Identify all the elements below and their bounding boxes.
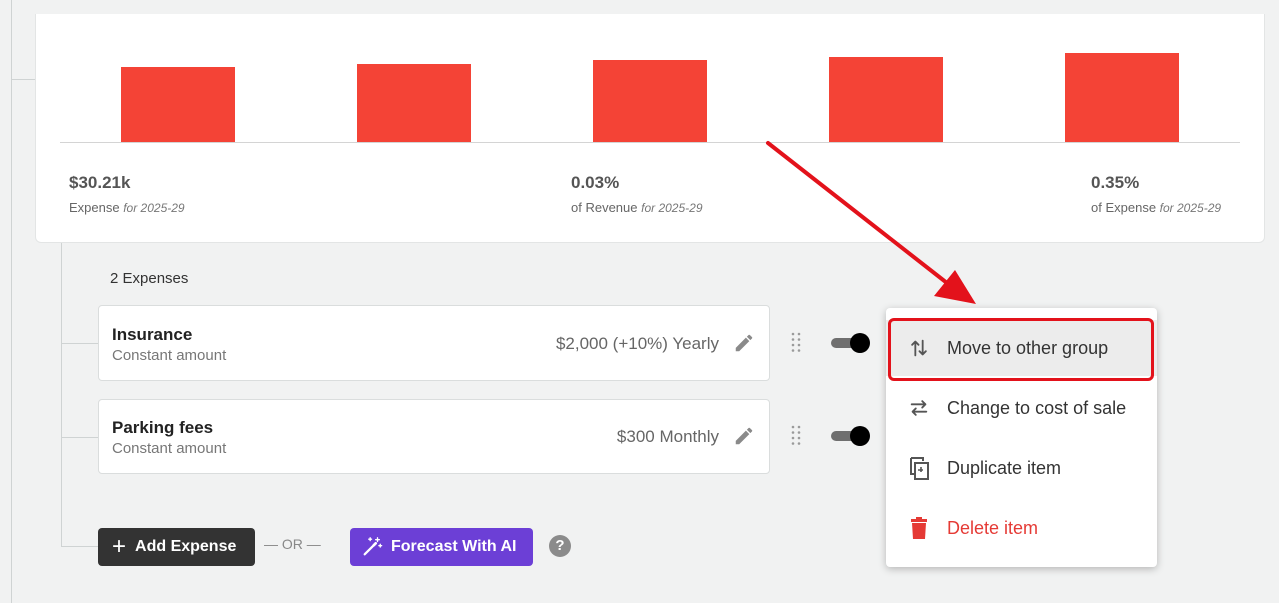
- magic-wand-icon: [363, 537, 383, 556]
- kpi-expense: $30.21k Expense for 2025-29: [69, 173, 185, 215]
- expense-name: Insurance: [112, 325, 193, 344]
- drag-handle-icon[interactable]: [791, 332, 801, 354]
- or-separator: — OR —: [264, 536, 321, 552]
- kpi-revenue-pct: 0.03% of Revenue for 2025-29: [571, 173, 703, 215]
- enable-toggle[interactable]: [831, 333, 871, 353]
- add-expense-label: Add Expense: [135, 538, 237, 555]
- forecast-with-ai-button[interactable]: Forecast With AI: [350, 528, 533, 566]
- expense-row-insurance[interactable]: Insurance Constant amount $2,000 (+10%) …: [98, 305, 770, 381]
- tree-line-inner: [61, 243, 62, 547]
- help-icon[interactable]: ?: [549, 535, 571, 557]
- kpi-expense-pct-label: of Expense for 2025-29: [1091, 200, 1221, 215]
- duplicate-icon: [906, 455, 932, 481]
- menu-item-change-to-cost-of-sale[interactable]: Change to cost of sale: [886, 380, 1157, 436]
- tree-line-branch-3: [61, 546, 98, 547]
- expense-row-parking-fees[interactable]: Parking fees Constant amount $300 Monthl…: [98, 399, 770, 474]
- chart-bar: [1065, 53, 1179, 142]
- kpi-expense-label-text: Expense: [69, 200, 120, 215]
- expense-amount: $300 Monthly: [616, 427, 719, 446]
- menu-item-label: Duplicate item: [947, 457, 1062, 478]
- kpi-expense-pct: 0.35% of Expense for 2025-29: [1091, 173, 1221, 215]
- tree-line-outer-branch: [11, 79, 36, 80]
- chart-bar: [593, 60, 707, 142]
- kpi-expense-pct-label-text: of Expense: [1091, 200, 1157, 215]
- kpi-expense-period: for 2025-29: [123, 201, 185, 215]
- kpi-expense-pct-value: 0.35%: [1091, 173, 1140, 192]
- menu-item-delete-item[interactable]: Delete item: [886, 500, 1157, 556]
- enable-toggle[interactable]: [831, 426, 871, 446]
- toggle-knob: [850, 426, 870, 446]
- expense-name: Parking fees: [112, 418, 214, 437]
- expense-bar-chart: [60, 53, 1240, 143]
- kpi-expense-value: $30.21k: [69, 173, 131, 192]
- expense-type: Constant amount: [112, 440, 227, 457]
- add-expense-button[interactable]: + Add Expense: [98, 528, 255, 566]
- expense-count: 2 Expenses: [110, 270, 189, 287]
- expense-type: Constant amount: [112, 347, 227, 364]
- chart-bar: [121, 67, 235, 142]
- kpi-expense-label: Expense for 2025-29: [69, 200, 185, 215]
- drag-handle-icon[interactable]: [791, 425, 801, 447]
- kpi-revenue-pct-value: 0.03%: [571, 173, 620, 192]
- edit-pencil-icon[interactable]: [733, 332, 755, 354]
- kpi-revenue-pct-label: of Revenue for 2025-29: [571, 200, 703, 215]
- expense-amount: $2,000 (+10%) Yearly: [555, 334, 719, 353]
- kpi-expense-pct-period: for 2025-29: [1159, 201, 1222, 215]
- annotation-highlight-box: [888, 318, 1154, 381]
- swap-horizontal-icon: [906, 395, 932, 421]
- kpi-revenue-pct-label-text: of Revenue: [571, 200, 638, 215]
- chart-bar: [829, 57, 943, 142]
- plus-icon: +: [112, 533, 127, 560]
- chart-bar: [357, 64, 471, 142]
- menu-item-label: Delete item: [947, 517, 1039, 538]
- tree-line-branch-2: [61, 437, 98, 438]
- toggle-knob: [850, 333, 870, 353]
- tree-line-branch-1: [61, 343, 98, 344]
- edit-pencil-icon[interactable]: [733, 425, 755, 447]
- menu-item-duplicate-item[interactable]: Duplicate item: [886, 440, 1157, 496]
- tree-line-outer: [11, 0, 12, 603]
- menu-item-label: Change to cost of sale: [947, 397, 1127, 418]
- forecast-with-ai-label: Forecast With AI: [391, 538, 517, 555]
- kpi-revenue-pct-period: for 2025-29: [641, 201, 703, 215]
- trash-icon: [906, 515, 932, 541]
